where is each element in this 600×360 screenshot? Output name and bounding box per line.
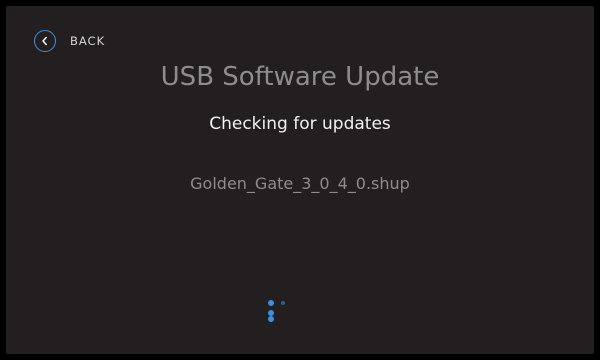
page-title: USB Software Update (160, 62, 440, 92)
spinner-dot (268, 316, 274, 322)
spinner-dot (281, 301, 285, 305)
loading-spinner-icon (261, 295, 291, 325)
back-circle (34, 30, 56, 52)
back-label: BACK (70, 34, 106, 48)
update-status: Checking for updates (209, 114, 391, 134)
back-button[interactable]: BACK (34, 30, 105, 52)
chevron-left-icon (42, 36, 47, 46)
update-filename: Golden_Gate_3_0_4_0.shup (190, 174, 410, 193)
spinner-dot (268, 300, 274, 306)
update-screen: BACK USB Software Update Checking for up… (6, 6, 594, 354)
